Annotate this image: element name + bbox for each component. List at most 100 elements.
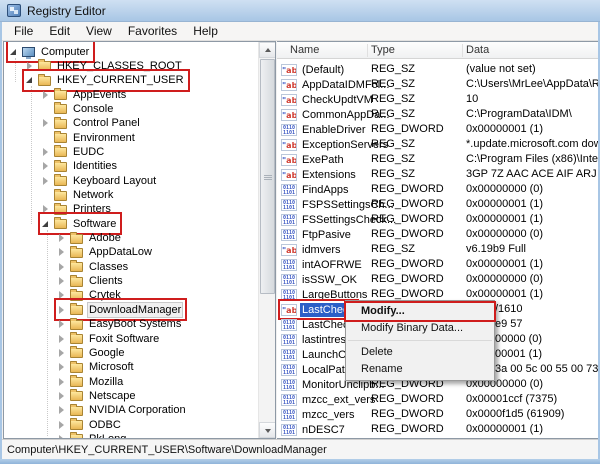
- value-row-exceptionservers[interactable]: abExceptionServersREG_SZ*.update.microso…: [277, 137, 600, 152]
- value-row-enabledriver[interactable]: EnableDriverREG_DWORD0x00000001 (1): [277, 122, 600, 137]
- menu-edit[interactable]: Edit: [41, 23, 78, 39]
- expand-arrow-icon[interactable]: [58, 421, 65, 429]
- tree-item-appdatalow[interactable]: AppDataLow: [58, 245, 154, 260]
- tree-item-hkey-current-user[interactable]: HKEY_CURRENT_USER: [26, 73, 186, 88]
- tree-item-google[interactable]: Google: [58, 345, 126, 360]
- value-name-cell[interactable]: FindApps: [281, 182, 350, 197]
- expand-arrow-icon[interactable]: [26, 62, 33, 70]
- context-menu-item-delete[interactable]: Delete: [346, 344, 494, 361]
- value-row-commonappda-[interactable]: abCommonAppDa...REG_SZC:\ProgramData\IDM…: [277, 107, 600, 122]
- value-row-extensions[interactable]: abExtensionsREG_SZ3GP 7Z AAC ACE AIF ARJ…: [277, 167, 600, 182]
- tree-item-nvidia-corporation[interactable]: NVIDIA Corporation: [58, 403, 188, 418]
- value-name-cell[interactable]: mzcc_vers: [281, 407, 357, 422]
- value-row-mzcc-ext-vers[interactable]: mzcc_ext_versREG_DWORD0x00001ccf (7375): [277, 392, 600, 407]
- tree-item-eudc[interactable]: EUDC: [42, 144, 106, 159]
- tree-item-control-panel[interactable]: Control Panel: [42, 116, 142, 131]
- collapse-arrow-icon[interactable]: [42, 220, 49, 228]
- tree-item-appevents[interactable]: AppEvents: [42, 87, 128, 102]
- tree-item-easyboot-systems[interactable]: EasyBoot Systems: [58, 317, 183, 332]
- column-header-name[interactable]: Name: [290, 42, 319, 59]
- context-menu-item-rename[interactable]: Rename: [346, 361, 494, 378]
- expand-arrow-icon[interactable]: [42, 91, 49, 99]
- value-name-cell[interactable]: abExePath: [281, 152, 346, 167]
- expand-arrow-icon[interactable]: [58, 320, 65, 328]
- tree-item-console[interactable]: Console: [42, 101, 115, 116]
- expand-arrow-icon[interactable]: [58, 234, 65, 242]
- tree-item-keyboard-layout[interactable]: Keyboard Layout: [42, 173, 158, 188]
- expand-arrow-icon[interactable]: [42, 177, 49, 185]
- expand-arrow-icon[interactable]: [42, 162, 49, 170]
- expand-arrow-icon[interactable]: [58, 363, 65, 371]
- value-name-cell[interactable]: isSSW_OK: [281, 272, 359, 287]
- tree-item-network[interactable]: Network: [42, 188, 115, 203]
- value-name-cell[interactable]: mzcc_ext_vers: [281, 392, 377, 407]
- value-row-findapps[interactable]: FindAppsREG_DWORD0x00000000 (0): [277, 182, 600, 197]
- value-name-cell[interactable]: abCheckUpdtVM: [281, 92, 375, 107]
- scroll-down-button[interactable]: [259, 422, 276, 438]
- value-name-cell[interactable]: lastintres: [281, 332, 348, 347]
- tree-item-environment[interactable]: Environment: [42, 130, 137, 145]
- tree-item-software[interactable]: Software: [42, 216, 118, 231]
- expand-arrow-icon[interactable]: [58, 335, 65, 343]
- column-divider[interactable]: [462, 44, 463, 57]
- context-menu-item-modify-binary-data[interactable]: Modify Binary Data...: [346, 320, 494, 337]
- expand-arrow-icon[interactable]: [58, 378, 65, 386]
- tree-item-clients[interactable]: Clients: [58, 274, 125, 289]
- value-name-cell[interactable]: LocalPath: [281, 362, 353, 377]
- tree-item-printers[interactable]: Printers: [42, 202, 113, 217]
- value-row-appdataidmfol-[interactable]: abAppDataIDMFol...REG_SZC:\Users\MrLee\A…: [277, 77, 600, 92]
- column-header-type[interactable]: Type: [371, 42, 395, 59]
- collapse-arrow-icon[interactable]: [10, 48, 17, 56]
- value-name-cell[interactable]: ab(Default): [281, 62, 346, 77]
- title-bar[interactable]: Registry Editor: [0, 0, 600, 22]
- value-row-mzcc-vers[interactable]: mzcc_versREG_DWORD0x0000f1d5 (61909): [277, 407, 600, 422]
- value-name-cell[interactable]: LaunchOn: [281, 347, 355, 362]
- tree-item-foxit-software[interactable]: Foxit Software: [58, 331, 161, 346]
- expand-arrow-icon[interactable]: [42, 148, 49, 156]
- tree-item-computer[interactable]: Computer: [10, 44, 91, 59]
- value-row-ndesc7[interactable]: nDESC7REG_DWORD0x00000001 (1): [277, 422, 600, 437]
- column-header-data[interactable]: Data: [466, 42, 489, 59]
- value-row-idmvers[interactable]: abidmversREG_SZv6.19b9 Full: [277, 242, 600, 257]
- menu-file[interactable]: File: [6, 23, 41, 39]
- value-row-ftppasive[interactable]: FtpPasiveREG_DWORD0x00000000 (0): [277, 227, 600, 242]
- value-row--default-[interactable]: ab(Default)REG_SZ(value not set): [277, 62, 600, 77]
- value-row-fspssettingsch-[interactable]: FSPSSettingsCh...REG_DWORD0x00000001 (1): [277, 197, 600, 212]
- tree-item-adobe[interactable]: Adobe: [58, 231, 123, 246]
- tree-item-crytek[interactable]: Crytek: [58, 288, 123, 303]
- tree-item-microsoft[interactable]: Microsoft: [58, 360, 136, 375]
- tree-item-hkey-classes-root[interactable]: HKEY_CLASSES_ROOT: [26, 58, 184, 73]
- context-menu-item-modify[interactable]: Modify...: [346, 303, 494, 320]
- tree-item-downloadmanager[interactable]: DownloadManager: [58, 302, 183, 317]
- value-name-cell[interactable]: intAOFRWE: [281, 257, 364, 272]
- value-row-fssettingscheck-[interactable]: FSSettingsCheck...REG_DWORD0x00000001 (1…: [277, 212, 600, 227]
- tree-item-identities[interactable]: Identities: [42, 159, 119, 174]
- column-divider[interactable]: [367, 44, 368, 57]
- expand-arrow-icon[interactable]: [58, 277, 65, 285]
- expand-arrow-icon[interactable]: [58, 392, 65, 400]
- expand-arrow-icon[interactable]: [42, 119, 49, 127]
- value-name-cell[interactable]: nDESC7: [281, 422, 347, 437]
- tree-item-pklong[interactable]: PkLong: [58, 431, 128, 439]
- expand-arrow-icon[interactable]: [58, 248, 65, 256]
- collapse-arrow-icon[interactable]: [26, 76, 33, 84]
- expand-arrow-icon[interactable]: [58, 263, 65, 271]
- scroll-thumb[interactable]: [260, 59, 275, 294]
- expand-arrow-icon[interactable]: [58, 406, 65, 414]
- value-name-cell[interactable]: abidmvers: [281, 242, 343, 257]
- tree-item-mozilla[interactable]: Mozilla: [58, 374, 125, 389]
- expand-arrow-icon[interactable]: [58, 306, 65, 314]
- tree-item-odbc[interactable]: ODBC: [58, 417, 123, 432]
- menu-view[interactable]: View: [78, 23, 120, 39]
- scroll-up-button[interactable]: [259, 42, 276, 58]
- value-row-isssw-ok[interactable]: isSSW_OKREG_DWORD0x00000000 (0): [277, 272, 600, 287]
- menu-help[interactable]: Help: [185, 23, 226, 39]
- menu-favorites[interactable]: Favorites: [120, 23, 185, 39]
- value-row-exepath[interactable]: abExePathREG_SZC:\Program Files (x86)\In…: [277, 152, 600, 167]
- registry-tree-pane[interactable]: ComputerHKEY_CLASSES_ROOTHKEY_CURRENT_US…: [3, 41, 276, 439]
- value-row-checkupdtvm[interactable]: abCheckUpdtVMREG_SZ10: [277, 92, 600, 107]
- value-name-cell[interactable]: abExtensions: [281, 167, 358, 182]
- value-row-intaofrwe[interactable]: intAOFRWEREG_DWORD0x00000001 (1): [277, 257, 600, 272]
- value-name-cell[interactable]: EnableDriver: [281, 122, 368, 137]
- tree-item-netscape[interactable]: Netscape: [58, 388, 137, 403]
